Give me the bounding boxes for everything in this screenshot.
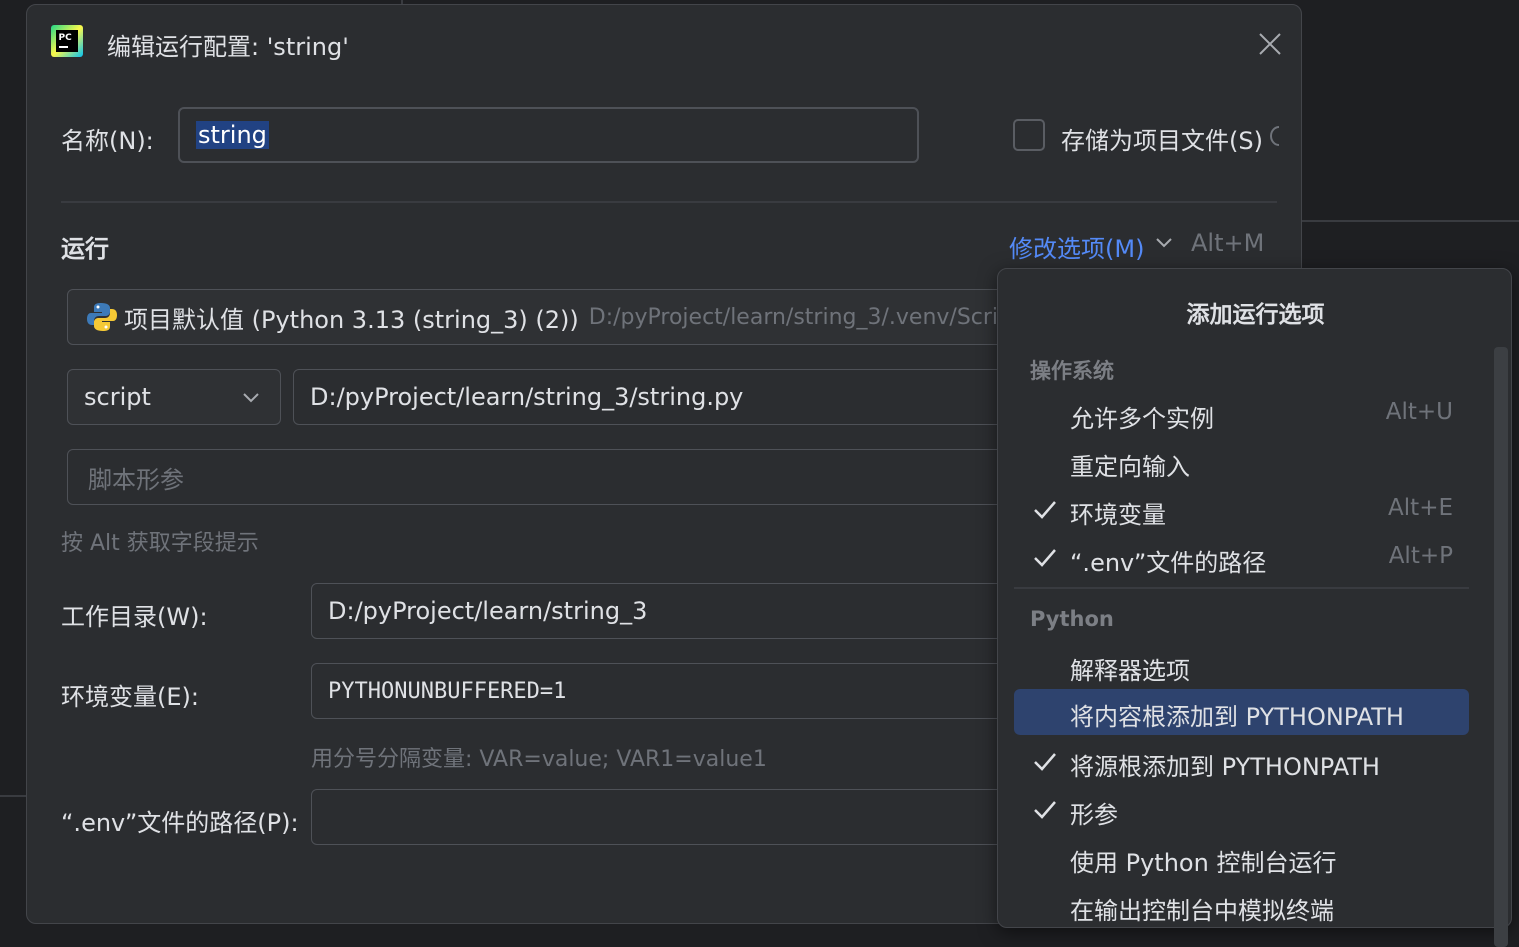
alt-hint-text: 按 Alt 获取字段提示 [61, 531, 259, 556]
script-mode-value: script [84, 383, 151, 411]
check-icon [1034, 801, 1056, 819]
option-interpreter-options[interactable]: 解释器选项 [1014, 643, 1469, 689]
check-icon [1034, 549, 1056, 567]
dotenv-path-input[interactable] [311, 789, 1007, 845]
popup-scrollbar[interactable] [1494, 347, 1508, 947]
script-parameters-placeholder: 脚本形参 [88, 465, 184, 494]
option-label: 解释器选项 [1070, 657, 1190, 685]
store-as-project-file-checkbox[interactable] [1013, 119, 1045, 151]
modify-options-shortcut: Alt+M [1191, 229, 1265, 257]
add-run-options-popup: 添加运行选项 操作系统 允许多个实例 Alt+U 重定向输入 环境变量 Alt+… [997, 268, 1512, 947]
option-label: 在输出控制台中模拟终端 [1070, 897, 1334, 925]
background-divider [0, 795, 26, 797]
option-shortcut: Alt+E [1388, 495, 1453, 521]
option-label: 重定向输入 [1070, 453, 1190, 481]
section-run-title: 运行 [61, 235, 109, 263]
chevron-down-icon[interactable] [1155, 235, 1173, 251]
option-parameters[interactable]: 形参 [1014, 787, 1469, 833]
option-allow-multiple-instances[interactable]: 允许多个实例 Alt+U [1014, 391, 1469, 437]
modify-options-link[interactable]: 修改选项(M) [1009, 229, 1144, 264]
name-input[interactable]: string [178, 107, 919, 163]
option-label: 使用 Python 控制台运行 [1070, 849, 1337, 877]
check-icon [1034, 753, 1056, 771]
script-parameters-input[interactable]: 脚本形参 [67, 449, 1007, 505]
environment-variables-label: 环境变量(E): [61, 683, 199, 711]
popup-title: 添加运行选项 [1186, 302, 1325, 328]
group-os-title: 操作系统 [1030, 359, 1114, 383]
option-shortcut: Alt+U [1385, 399, 1453, 425]
working-directory-input[interactable]: D:/pyProject/learn/string_3 [311, 583, 1007, 639]
option-add-source-roots[interactable]: 将源根添加到 PYTHONPATH [1014, 739, 1469, 785]
chevron-down-icon [243, 393, 259, 403]
option-run-with-python-console[interactable]: 使用 Python 控制台运行 [1014, 835, 1469, 881]
name-label: 名称(N): [61, 127, 154, 155]
interpreter-select[interactable]: 项目默认值 (Python 3.13 (string_3) (2)) D:/py… [67, 289, 1007, 345]
working-directory-label: 工作目录(W): [61, 603, 208, 631]
script-path-input[interactable]: D:/pyProject/learn/string_3/string.py [293, 369, 1007, 425]
environment-variables-hint: 用分号分隔变量: VAR=value; VAR1=value1 [311, 747, 767, 772]
environment-variables-input[interactable]: PYTHONUNBUFFERED=1 [311, 663, 1007, 719]
close-icon[interactable] [1257, 31, 1283, 57]
option-add-content-roots[interactable]: 将内容根添加到 PYTHONPATH [1014, 689, 1469, 735]
option-label: “.env”文件的路径 [1070, 549, 1267, 577]
environment-variables-value: PYTHONUNBUFFERED=1 [328, 678, 567, 704]
section-divider [61, 201, 1277, 203]
option-shortcut: Alt+P [1388, 543, 1453, 569]
option-label: 环境变量 [1070, 501, 1166, 529]
script-path-value: D:/pyProject/learn/string_3/string.py [310, 383, 744, 411]
dotenv-path-label: “.env”文件的路径(P): [61, 809, 299, 837]
option-redirect-input[interactable]: 重定向输入 [1014, 439, 1469, 485]
svg-text:PC: PC [59, 33, 73, 43]
store-as-project-file-label: 存储为项目文件(S) [1061, 127, 1263, 155]
settings-partial-icon[interactable] [1267, 121, 1281, 151]
interpreter-path: D:/pyProject/learn/string_3/.venv/Script… [588, 304, 1006, 330]
popup-separator [1014, 587, 1469, 589]
background-divider [1302, 220, 1519, 222]
pycharm-logo-icon: PC [51, 25, 83, 57]
option-label: 形参 [1070, 801, 1118, 829]
option-label: 将内容根添加到 PYTHONPATH [1070, 703, 1404, 731]
interpreter-name: 项目默认值 (Python 3.13 (string_3) (2)) [124, 305, 579, 334]
dialog-title: 编辑运行配置: 'string' [107, 33, 349, 61]
name-value: string [196, 121, 269, 149]
option-label: 允许多个实例 [1070, 405, 1214, 433]
option-label: 将源根添加到 PYTHONPATH [1070, 753, 1380, 781]
option-dotenv-path[interactable]: “.env”文件的路径 Alt+P [1014, 535, 1469, 581]
python-icon [87, 303, 117, 331]
group-python-title: Python [1030, 607, 1114, 631]
check-icon [1034, 501, 1056, 519]
option-environment-variables[interactable]: 环境变量 Alt+E [1014, 487, 1469, 533]
script-mode-select[interactable]: script [67, 369, 281, 425]
working-directory-value: D:/pyProject/learn/string_3 [328, 597, 648, 625]
option-emulate-terminal[interactable]: 在输出控制台中模拟终端 [1014, 883, 1469, 929]
